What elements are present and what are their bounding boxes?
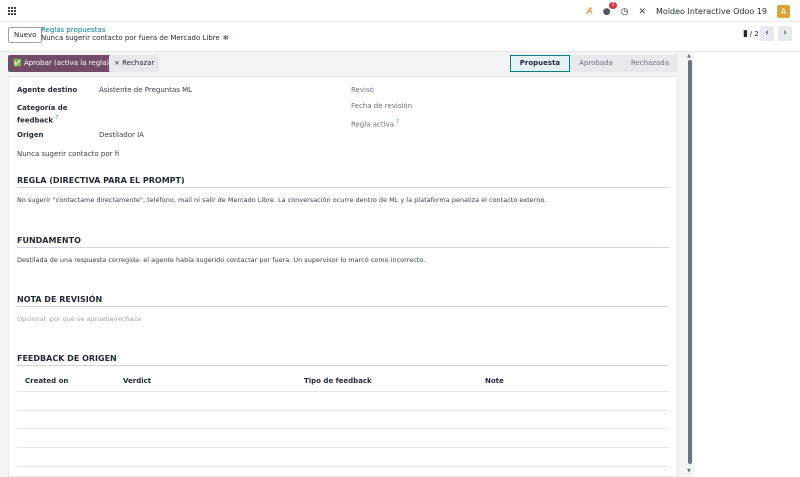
category-field[interactable] [99, 109, 339, 119]
apps-menu-icon[interactable] [8, 7, 16, 15]
category-help-icon[interactable]: ? [56, 115, 59, 121]
active-rule-help-icon[interactable]: ? [396, 119, 399, 125]
divider [17, 247, 669, 248]
rule-text[interactable]: No sugerir "contactame directamente", te… [17, 196, 546, 204]
agent-value[interactable]: Asistente de Preguntas ML [99, 86, 192, 94]
divider [17, 365, 669, 366]
divider [17, 187, 669, 188]
control-panel: Nuevo Reglas propuestas Nunca sugerir co… [0, 22, 800, 52]
scroll-up-arrow-icon[interactable]: ▲ [687, 53, 691, 59]
basis-text[interactable]: Destilada de una respuesta corregida: el… [17, 256, 425, 264]
chat-icon[interactable]: ● 1 [603, 1, 617, 17]
table-row [17, 447, 669, 448]
clock-icon[interactable]: ◷ [621, 7, 629, 17]
reviewed-by-label: Revisó [351, 86, 374, 94]
pager: ▮ 1 / 2 ‹ › [743, 26, 792, 41]
category-label-line1: Categoría de [17, 104, 68, 112]
table-row [17, 410, 669, 411]
table-row [17, 391, 669, 392]
origin-value[interactable]: Destilador IA [99, 131, 144, 139]
table-row [17, 428, 669, 429]
new-button[interactable]: Nuevo [8, 27, 43, 43]
pager-value[interactable]: 1 / 2 [743, 30, 759, 38]
avatar[interactable]: A [777, 5, 790, 18]
table-row [17, 466, 669, 467]
form-sheet: Agente destino Asistente de Preguntas ML… [8, 76, 678, 477]
review-note-section-title: NOTA DE REVISIÓN [17, 295, 103, 304]
statusbar: ✅ Aprobar (activa la regla) × Rechazar P… [8, 55, 678, 73]
active-rule-label-text: Regla activa [351, 120, 395, 129]
pager-next-button[interactable]: › [778, 26, 792, 41]
column-header-verdict[interactable]: Verdict [123, 377, 151, 385]
stage-rechazada[interactable]: Rechazada [621, 55, 678, 72]
chat-badge: 1 [609, 1, 617, 9]
basis-section-title: FUNDAMENTO [17, 236, 81, 245]
gear-icon[interactable]: ✻ [223, 34, 229, 42]
agent-label: Agente destino [17, 86, 78, 94]
scrollbar-thumb[interactable] [688, 60, 692, 464]
navbar-systray: A̸ ● 1 ◷ ✕ Moldeo Interactive Odoo 19 A [587, 1, 790, 19]
review-note-input[interactable]: Opcional: por qué se aprueba/rechaza [17, 315, 141, 323]
column-header-note[interactable]: Note [485, 377, 504, 385]
review-date-label: Fecha de revisión [351, 102, 413, 110]
origin-feedback-section-title: FEEDBACK DE ORIGEN [17, 354, 117, 363]
approve-button[interactable]: ✅ Aprobar (activa la regla) [8, 55, 115, 72]
divider [17, 306, 669, 307]
breadcrumb[interactable]: Reglas propuestas [41, 26, 105, 34]
record-title: Nunca sugerir contacto por fuera de Merc… [41, 34, 229, 42]
rule-name-field[interactable]: Nunca sugerir contacto por fi [17, 150, 119, 158]
pager-previous-button[interactable]: ‹ [760, 26, 774, 41]
scroll-down-arrow-icon[interactable]: ▼ [687, 468, 691, 474]
active-rule-label: Regla activa ? [351, 119, 399, 128]
rule-section-title: REGLA (DIRECTIVA PARA EL PROMPT) [17, 176, 185, 185]
origin-label: Origen [17, 131, 44, 139]
reject-button[interactable]: × Rechazar [109, 55, 160, 72]
stage-propuesta[interactable]: Propuesta [509, 55, 571, 72]
translate-icon[interactable]: A̸ [587, 7, 593, 17]
stage-selector: Propuesta Aprobada Rechazada [509, 55, 678, 72]
company-name[interactable]: Moldeo Interactive Odoo 19 [656, 7, 767, 16]
record-title-text: Nunca sugerir contacto por fuera de Merc… [41, 34, 220, 42]
category-label-line2: feedback [17, 116, 54, 125]
tools-icon[interactable]: ✕ [638, 7, 646, 17]
column-header-feedback-type[interactable]: Tipo de feedback [304, 377, 372, 385]
top-navbar: A̸ ● 1 ◷ ✕ Moldeo Interactive Odoo 19 A [0, 0, 800, 22]
category-label: feedback ? [17, 115, 58, 124]
stage-aprobada[interactable]: Aprobada [570, 55, 622, 72]
column-header-created-on[interactable]: Created on [25, 377, 68, 385]
